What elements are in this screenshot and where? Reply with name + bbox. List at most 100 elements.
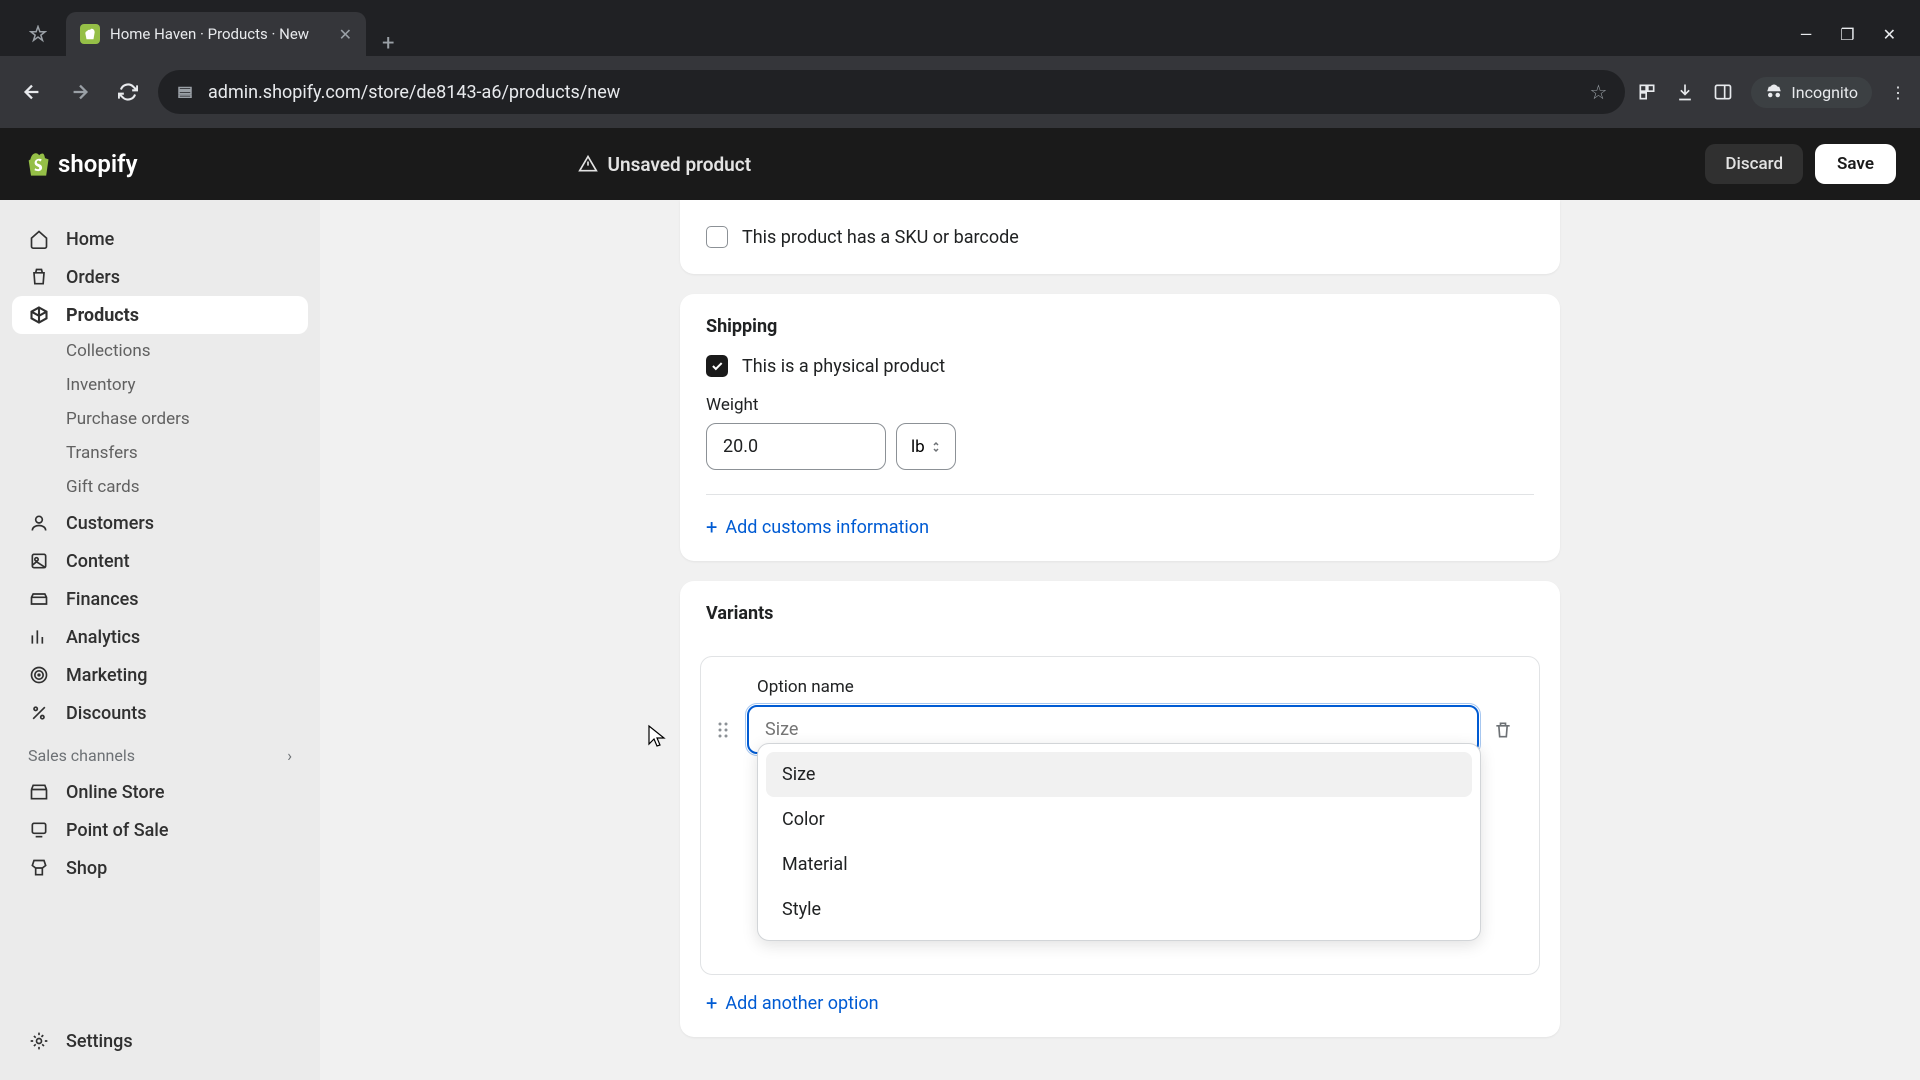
shopify-logo-icon	[24, 150, 52, 178]
shipping-card: Shipping This is a physical product Weig…	[680, 294, 1560, 561]
close-window-icon[interactable]: ✕	[1883, 25, 1896, 44]
unit-label: lb	[911, 437, 925, 457]
sidebar-item-online-store[interactable]: Online Store	[12, 773, 308, 811]
pos-icon	[28, 819, 50, 841]
weight-input[interactable]	[706, 423, 886, 470]
content-icon	[28, 550, 50, 572]
sidebar-item-orders[interactable]: Orders	[12, 258, 308, 296]
main-layout: Home Orders Products Collections Invento…	[0, 200, 1920, 1080]
sidebar: Home Orders Products Collections Invento…	[0, 200, 320, 1080]
variant-option-box: Option name Size Color Material Style	[700, 656, 1540, 975]
option-name-dropdown: Size Color Material Style	[757, 743, 1481, 941]
sidebar-item-finances[interactable]: Finances	[12, 580, 308, 618]
sidebar-section-sales-channels: Sales channels ›	[12, 732, 308, 773]
sidebar-item-shop[interactable]: Shop	[12, 849, 308, 887]
url-field[interactable]: admin.shopify.com/store/de8143-a6/produc…	[158, 70, 1625, 114]
minimize-icon[interactable]: —	[1800, 25, 1813, 44]
dropdown-item-style[interactable]: Style	[766, 887, 1472, 932]
sidebar-label: Discounts	[66, 703, 147, 724]
sidepanel-icon[interactable]	[1713, 82, 1733, 102]
app-topbar: shopify Unsaved product Discard Save	[0, 128, 1920, 200]
chevron-right-icon[interactable]: ›	[287, 746, 292, 765]
browser-chrome: Home Haven · Products · New ✕ + — ❐ ✕ ad…	[0, 0, 1920, 128]
sidebar-label: Analytics	[66, 627, 140, 648]
new-tab-button[interactable]: +	[366, 31, 410, 56]
select-arrows-icon	[931, 440, 941, 454]
sidebar-sub-transfers[interactable]: Transfers	[12, 436, 308, 470]
customs-label: Add customs information	[725, 517, 929, 538]
shipping-title: Shipping	[706, 316, 1534, 337]
sidebar-item-customers[interactable]: Customers	[12, 504, 308, 542]
warning-icon	[578, 154, 598, 174]
sidebar-sub-purchase-orders[interactable]: Purchase orders	[12, 402, 308, 436]
unsaved-banner: Unsaved product	[578, 153, 752, 176]
drag-handle-icon[interactable]	[713, 721, 733, 739]
sidebar-label: Products	[66, 305, 139, 326]
content-area[interactable]: This product has a SKU or barcode Shippi…	[320, 200, 1920, 1080]
sidebar-label: Home	[66, 229, 114, 250]
incognito-label: Incognito	[1791, 83, 1858, 102]
dropdown-item-material[interactable]: Material	[766, 842, 1472, 887]
reload-button[interactable]	[110, 74, 146, 110]
sidebar-label: Customers	[66, 513, 154, 534]
sidebar-label: Orders	[66, 267, 120, 288]
browser-tab[interactable]: Home Haven · Products · New ✕	[66, 12, 366, 56]
unsaved-label: Unsaved product	[608, 153, 752, 176]
sidebar-item-home[interactable]: Home	[12, 220, 308, 258]
analytics-icon	[28, 626, 50, 648]
add-another-option-link[interactable]: + Add another option	[680, 975, 1560, 1037]
sidebar-label: Point of Sale	[66, 820, 169, 841]
sidebar-label: Marketing	[66, 665, 147, 686]
sidebar-label: Shop	[66, 858, 107, 879]
logo-text: shopify	[58, 150, 138, 178]
sidebar-item-discounts[interactable]: Discounts	[12, 694, 308, 732]
sidebar-sub-inventory[interactable]: Inventory	[12, 368, 308, 402]
incognito-badge[interactable]: Incognito	[1751, 77, 1872, 108]
marketing-icon	[28, 664, 50, 686]
discounts-icon	[28, 702, 50, 724]
downloads-icon[interactable]	[1675, 82, 1695, 102]
store-icon	[28, 781, 50, 803]
maximize-icon[interactable]: ❐	[1840, 25, 1854, 44]
orders-icon	[28, 266, 50, 288]
back-button[interactable]	[14, 74, 50, 110]
window-controls: — ❐ ✕	[1800, 12, 1920, 56]
sku-label: This product has a SKU or barcode	[742, 227, 1019, 248]
tab-search-icon[interactable]	[10, 12, 66, 56]
sidebar-sub-collections[interactable]: Collections	[12, 334, 308, 368]
sidebar-item-content[interactable]: Content	[12, 542, 308, 580]
sidebar-item-pos[interactable]: Point of Sale	[12, 811, 308, 849]
bookmark-icon[interactable]: ☆	[1589, 80, 1607, 104]
sidebar-item-analytics[interactable]: Analytics	[12, 618, 308, 656]
weight-label: Weight	[706, 395, 1534, 415]
extensions-icon[interactable]	[1637, 82, 1657, 102]
forward-button[interactable]	[62, 74, 98, 110]
sidebar-sub-gift-cards[interactable]: Gift cards	[12, 470, 308, 504]
shopify-favicon	[80, 24, 100, 44]
sku-checkbox[interactable]	[706, 226, 728, 248]
add-another-label: Add another option	[725, 993, 878, 1014]
sidebar-item-marketing[interactable]: Marketing	[12, 656, 308, 694]
option-name-label: Option name	[757, 677, 1515, 697]
shop-icon	[28, 857, 50, 879]
dropdown-item-size[interactable]: Size	[766, 752, 1472, 797]
site-settings-icon[interactable]	[176, 83, 194, 101]
physical-product-checkbox[interactable]	[706, 355, 728, 377]
shopify-logo[interactable]: shopify	[24, 150, 138, 178]
tab-bar: Home Haven · Products · New ✕ + — ❐ ✕	[0, 0, 1920, 56]
sidebar-item-settings[interactable]: Settings	[12, 1022, 308, 1060]
dropdown-item-color[interactable]: Color	[766, 797, 1472, 842]
sidebar-label: Finances	[66, 589, 139, 610]
plus-icon: +	[706, 515, 717, 539]
menu-icon[interactable]: ⋮	[1890, 83, 1906, 102]
sidebar-label: Online Store	[66, 782, 164, 803]
add-customs-link[interactable]: + Add customs information	[706, 494, 1534, 539]
incognito-icon	[1765, 83, 1783, 101]
sidebar-item-products[interactable]: Products	[12, 296, 308, 334]
save-button[interactable]: Save	[1815, 144, 1896, 184]
discard-button[interactable]: Discard	[1705, 144, 1803, 184]
weight-unit-select[interactable]: lb	[896, 423, 956, 470]
tab-close-icon[interactable]: ✕	[339, 25, 352, 44]
delete-option-icon[interactable]	[1493, 720, 1515, 740]
plus-icon: +	[706, 991, 717, 1015]
